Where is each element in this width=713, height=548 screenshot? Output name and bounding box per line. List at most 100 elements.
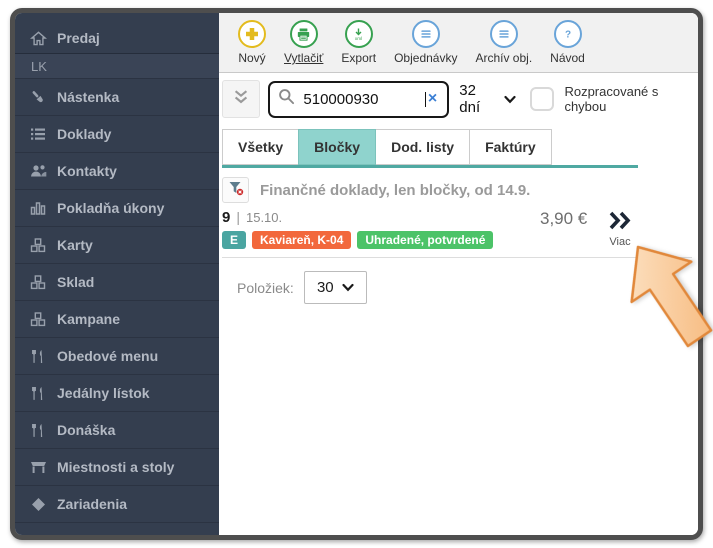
funnel-remove-icon <box>228 180 244 201</box>
checkbox-label: Rozpracované s chybou <box>564 84 698 114</box>
tab-underline <box>222 165 638 168</box>
sidebar-item-predaj[interactable]: Predaj <box>15 23 219 53</box>
payment-status-badge: Uhradené, potvrdené <box>357 231 493 249</box>
cubes-icon <box>29 274 47 290</box>
sidebar-item-kontakty[interactable]: Kontakty <box>15 153 219 190</box>
sidebar-item-label: Karty <box>57 237 93 253</box>
menu-lines-circle-icon <box>412 20 440 48</box>
sidebar-item-kampane[interactable]: Kampane <box>15 301 219 338</box>
items-per-page-value: 30 <box>317 279 334 296</box>
status-badge: E <box>222 231 246 249</box>
tab-dod-listy[interactable]: Dod. listy <box>375 129 470 165</box>
sidebar-item-label: Doklady <box>57 126 111 142</box>
period-value: 32 dní <box>459 82 498 116</box>
orders-archive-button[interactable]: Archív obj. <box>466 20 541 65</box>
error-drafts-checkbox[interactable] <box>530 87 554 111</box>
filter-summary-row: Finančné doklady, len bločky, od 14.9. <box>222 177 530 203</box>
amount-value: 3,90 € <box>540 209 587 229</box>
sidebar-item-jedalny-listok[interactable]: Jedálny lístok <box>15 375 219 412</box>
chevron-down-icon <box>342 279 354 296</box>
sidebar-item-label: Donáška <box>57 422 115 438</box>
search-icon <box>278 88 295 110</box>
sidebar-item-doklady[interactable]: Doklady <box>15 116 219 153</box>
double-chevron-down-icon <box>232 88 250 111</box>
sidebar-item-donaska[interactable]: Donáška <box>15 412 219 449</box>
sidebar-item-pokladna-ukony[interactable]: Pokladňa úkony <box>15 190 219 227</box>
users-icon <box>29 163 47 179</box>
expand-filters-button[interactable] <box>222 80 260 118</box>
search-value: 510000930 <box>303 91 425 108</box>
sidebar: Predaj LK Nástenka Doklady <box>15 13 219 535</box>
plus-circle-icon <box>238 20 266 48</box>
location-badge: Kaviareň, K-04 <box>252 231 351 249</box>
home-icon <box>29 30 47 46</box>
new-button[interactable]: Nový <box>229 20 275 65</box>
row-divider <box>222 257 692 258</box>
sidebar-item-zariadenia[interactable]: Zariadenia <box>15 486 219 523</box>
sidebar-item-label: LK <box>31 59 47 74</box>
cubes-icon <box>29 311 47 327</box>
filter-summary-text: Finančné doklady, len bločky, od 14.9. <box>260 182 530 199</box>
remove-filter-button[interactable] <box>222 177 249 203</box>
filter-bar: 510000930 × 32 dní Rozpracované s chybou <box>222 80 698 118</box>
tab-label: Dod. listy <box>391 139 454 155</box>
toolbar-label: Nový <box>238 51 265 65</box>
sidebar-item-sklad[interactable]: Sklad <box>15 264 219 301</box>
svg-text:xml: xml <box>355 36 362 41</box>
pagination: Položiek: 30 <box>237 271 367 304</box>
bar-chart-icon <box>29 200 47 216</box>
cutlery-icon <box>29 422 47 438</box>
sidebar-item-miestnosti-a-stoly[interactable]: Miestnosti a stoly <box>15 449 219 486</box>
menu-lines-circle-icon <box>490 20 518 48</box>
more-button[interactable]: Viac <box>598 211 642 248</box>
sidebar-item-label: Predaj <box>57 30 100 46</box>
table-icon <box>29 459 47 475</box>
tab-vsetky[interactable]: Všetky <box>222 129 299 165</box>
more-label: Viac <box>598 236 642 248</box>
sidebar-item-label: Jedálny lístok <box>57 385 150 401</box>
sidebar-item-lk[interactable]: LK <box>15 53 219 79</box>
sidebar-item-obedove-menu[interactable]: Obedové menu <box>15 338 219 375</box>
tab-faktury[interactable]: Faktúry <box>469 129 552 165</box>
document-type-tabs: Všetky Bločky Dod. listy Faktúry <box>222 129 551 165</box>
search-input[interactable]: 510000930 × <box>268 81 449 118</box>
items-per-page-select[interactable]: 30 <box>304 271 367 304</box>
sidebar-item-label: Kampane <box>57 311 120 327</box>
screenshot-canvas: Predaj LK Nástenka Doklady <box>0 0 713 548</box>
tab-label: Všetky <box>238 139 283 155</box>
period-select[interactable]: 32 dní <box>459 82 516 116</box>
svg-text:?: ? <box>564 30 570 41</box>
table-row[interactable]: 9 | 15.10. E Kaviareň, K-04 Uhradené, po… <box>222 209 694 255</box>
item-count: 9 <box>222 209 230 226</box>
toolbar-label: Archív obj. <box>475 51 532 65</box>
diamond-icon <box>29 496 47 512</box>
sidebar-item-nastenka[interactable]: Nástenka <box>15 79 219 116</box>
question-circle-icon: ? <box>554 20 582 48</box>
chevron-down-icon <box>504 91 516 108</box>
toolbar-label: Vytlačiť <box>284 51 323 65</box>
toolbar-label: Návod <box>550 51 585 65</box>
export-button[interactable]: xml Export <box>332 20 385 65</box>
clear-search-icon[interactable]: × <box>426 90 439 108</box>
help-button[interactable]: ? Návod <box>541 20 594 65</box>
sidebar-item-label: Nástenka <box>57 89 119 105</box>
list-icon <box>29 126 47 142</box>
orders-button[interactable]: Objednávky <box>385 20 466 65</box>
items-per-page-label: Položiek: <box>237 280 294 296</box>
cubes-icon <box>29 237 47 253</box>
cutlery-icon <box>29 385 47 401</box>
app-window: Predaj LK Nástenka Doklady <box>10 8 703 540</box>
toolbar-label: Objednávky <box>394 51 457 65</box>
tab-label: Faktúry <box>485 139 536 155</box>
double-chevron-right-icon <box>608 217 632 234</box>
sidebar-item-label: Kontakty <box>57 163 117 179</box>
item-date: 15.10. <box>246 210 282 225</box>
paintbrush-icon <box>29 89 47 105</box>
sidebar-item-label: Sklad <box>57 274 94 290</box>
tab-blocky[interactable]: Bločky <box>298 129 376 165</box>
sidebar-item-karty[interactable]: Karty <box>15 227 219 264</box>
toolbar: Nový Vytlačiť xml Export <box>219 13 698 73</box>
sidebar-item-label: Pokladňa úkony <box>57 200 164 216</box>
main-area: Nový Vytlačiť xml Export <box>219 13 698 535</box>
print-button[interactable]: Vytlačiť <box>275 20 332 65</box>
